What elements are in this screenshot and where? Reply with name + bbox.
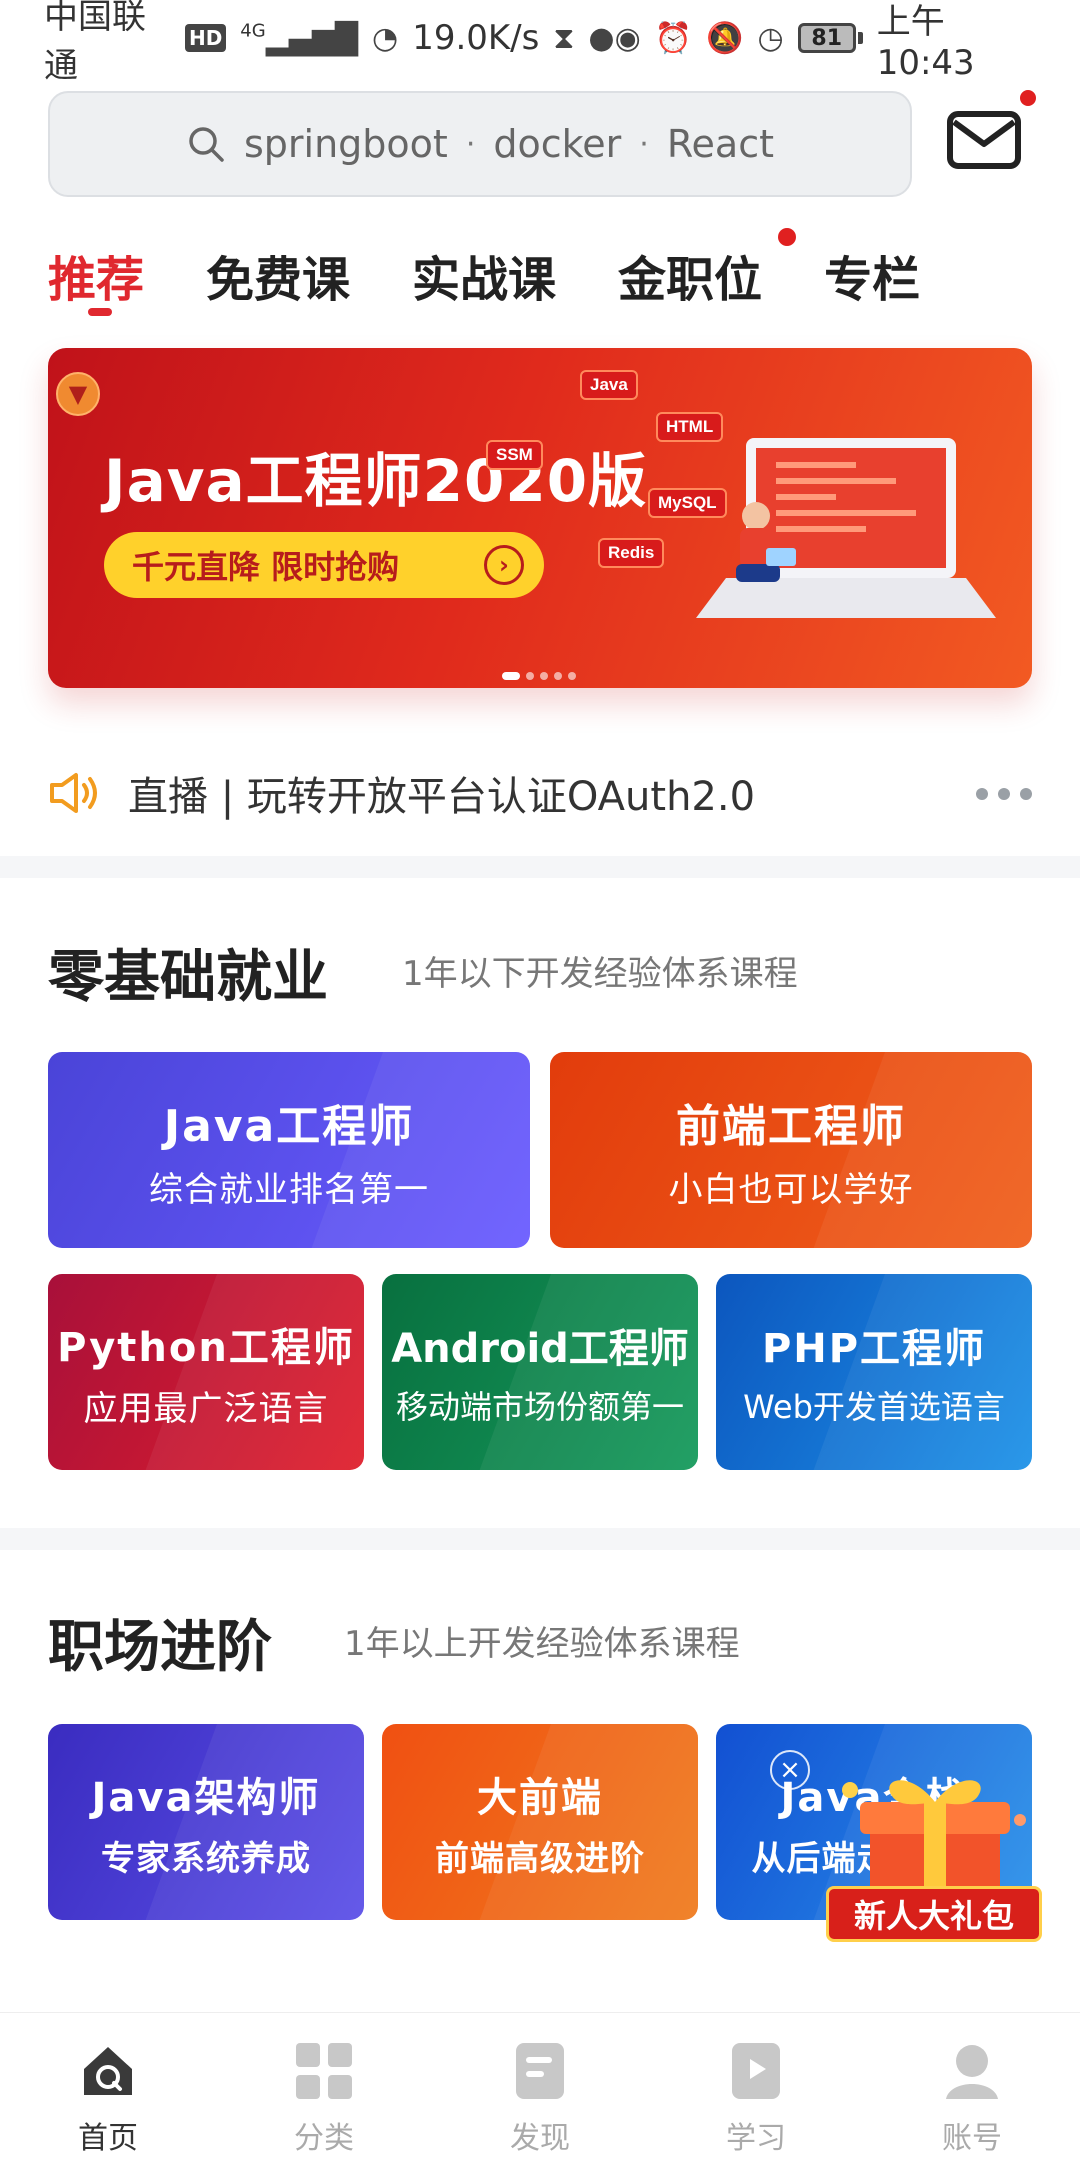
tag-mysql: MySQL bbox=[648, 488, 727, 518]
hourglass-icon: ⧗ bbox=[553, 20, 575, 56]
tab-golden-jobs[interactable]: 金职位 bbox=[618, 228, 797, 320]
close-icon[interactable]: × bbox=[770, 1750, 810, 1790]
account-icon bbox=[946, 2045, 998, 2099]
nav-account[interactable]: 账号 bbox=[864, 2013, 1080, 2160]
search-keyword: springboot bbox=[244, 122, 448, 166]
status-bar: 中国联通 HD 4G▂▄▆█ ◔ 19.0K/s ⧗ ● ◉ ⏰ 🔕 ◷ 81 … bbox=[0, 0, 1080, 86]
battery-icon: 81 bbox=[797, 23, 863, 53]
section-subtitle: 1年以上开发经验体系课程 bbox=[344, 1624, 740, 1664]
course-card-frontend[interactable]: 前端工程师 小白也可以学好 bbox=[550, 1052, 1032, 1248]
search-bar[interactable]: springboot · docker · React bbox=[48, 91, 912, 197]
home-icon bbox=[84, 2047, 132, 2095]
mail-icon[interactable] bbox=[946, 110, 1022, 170]
status-bar-right: ◉ ⏰ 🔕 ◷ 81 上午10:43 bbox=[615, 0, 1036, 83]
tab-free-courses[interactable]: 免费课 bbox=[206, 240, 350, 320]
live-notice[interactable]: 直播 | 玩转开放平台认证OAuth2.0 bbox=[48, 760, 1032, 826]
status-bar-left: 中国联通 HD 4G▂▄▆█ ◔ 19.0K/s ⧗ ● bbox=[44, 0, 615, 87]
speedometer-icon: ◷ bbox=[757, 20, 784, 56]
section-subtitle: 1年以下开发经验体系课程 bbox=[402, 954, 798, 994]
nav-category[interactable]: 分类 bbox=[216, 2013, 432, 2160]
nav-home[interactable]: 首页 bbox=[0, 2013, 216, 2160]
search-keyword: docker bbox=[493, 122, 622, 166]
carrier-name: 中国联通 bbox=[44, 0, 146, 86]
tag-html: HTML bbox=[656, 412, 724, 442]
bottom-navigation: 首页 分类 发现 学习 账号 bbox=[0, 2012, 1080, 2160]
discover-icon bbox=[516, 2043, 564, 2099]
active-tab-indicator bbox=[88, 308, 112, 316]
tag-redis: Redis bbox=[598, 538, 665, 568]
notice-text: 直播 | 玩转开放平台认证OAuth2.0 bbox=[128, 774, 756, 820]
course-card-python[interactable]: Python工程师 应用最广泛语言 bbox=[48, 1274, 364, 1470]
carousel-dot bbox=[554, 672, 562, 680]
carousel-dot bbox=[540, 672, 548, 680]
battery-level: 81 bbox=[797, 23, 856, 53]
section-divider bbox=[0, 1528, 1080, 1550]
tab-columns[interactable]: 专栏 bbox=[824, 240, 920, 320]
tag-ssm: SSM bbox=[486, 440, 543, 470]
alarm-icon: ⏰ bbox=[654, 20, 693, 56]
tag-java: Java bbox=[580, 370, 638, 400]
chat-icon: ● bbox=[588, 20, 615, 56]
mute-icon: 🔕 bbox=[706, 20, 744, 56]
network-speed: 19.0K/s bbox=[412, 18, 540, 58]
arrow-right-icon: › bbox=[484, 545, 524, 585]
course-card-php[interactable]: PHP工程师 Web开发首选语言 bbox=[716, 1274, 1032, 1470]
category-tabs: 推荐 免费课 实战课 金职位 专栏 bbox=[48, 228, 920, 320]
category-icon bbox=[296, 2043, 352, 2099]
section-divider bbox=[0, 856, 1080, 878]
tab-recommend[interactable]: 推荐 bbox=[48, 240, 144, 320]
tie-icon: ▼ bbox=[56, 372, 100, 416]
section-title: 零基础就业 bbox=[48, 945, 328, 1010]
course-card-java[interactable]: Java工程师 综合就业排名第一 bbox=[48, 1052, 530, 1248]
course-card-java-architect[interactable]: Java架构师 专家系统养成 bbox=[48, 1724, 364, 1920]
clock: 上午10:43 bbox=[876, 1, 975, 83]
mail-badge-dot bbox=[1020, 90, 1036, 106]
banner-title: Java工程师2020版 bbox=[104, 447, 648, 515]
network-type: 4G bbox=[240, 20, 266, 42]
carousel-dots bbox=[502, 672, 576, 680]
promo-banner[interactable]: ▼ Java工程师2020版 千元直降 限时抢购 › Java HTML SSM… bbox=[48, 348, 1032, 688]
carousel-dot bbox=[568, 672, 576, 680]
nav-discover[interactable]: 发现 bbox=[432, 2013, 648, 2160]
banner-cta-button[interactable]: 千元直降 限时抢购 › bbox=[104, 532, 544, 598]
study-icon bbox=[732, 2043, 780, 2099]
course-card-android[interactable]: Android工程师 移动端市场份额第一 bbox=[382, 1274, 698, 1470]
course-card-advanced-frontend[interactable]: 大前端 前端高级进阶 bbox=[382, 1724, 698, 1920]
laptop-illustration bbox=[696, 438, 996, 618]
search-keyword: React bbox=[666, 122, 774, 166]
tab-practical-courses[interactable]: 实战课 bbox=[412, 240, 556, 320]
search-icon bbox=[189, 127, 224, 162]
section-title: 职场进阶 bbox=[48, 1615, 272, 1680]
nav-study[interactable]: 学习 bbox=[648, 2013, 864, 2160]
hd-badge: HD bbox=[184, 24, 227, 52]
signal-icon: 4G▂▄▆█ bbox=[240, 20, 358, 57]
eye-icon: ◉ bbox=[614, 20, 641, 56]
tab-badge-dot bbox=[778, 228, 797, 246]
carousel-dot-active bbox=[502, 672, 520, 680]
speaker-icon bbox=[50, 773, 97, 813]
more-icon[interactable] bbox=[976, 788, 1032, 800]
new-user-gift-label[interactable]: 新人大礼包 bbox=[826, 1886, 1042, 1942]
carousel-dot bbox=[526, 672, 534, 680]
wifi-icon: ◔ bbox=[372, 20, 399, 56]
